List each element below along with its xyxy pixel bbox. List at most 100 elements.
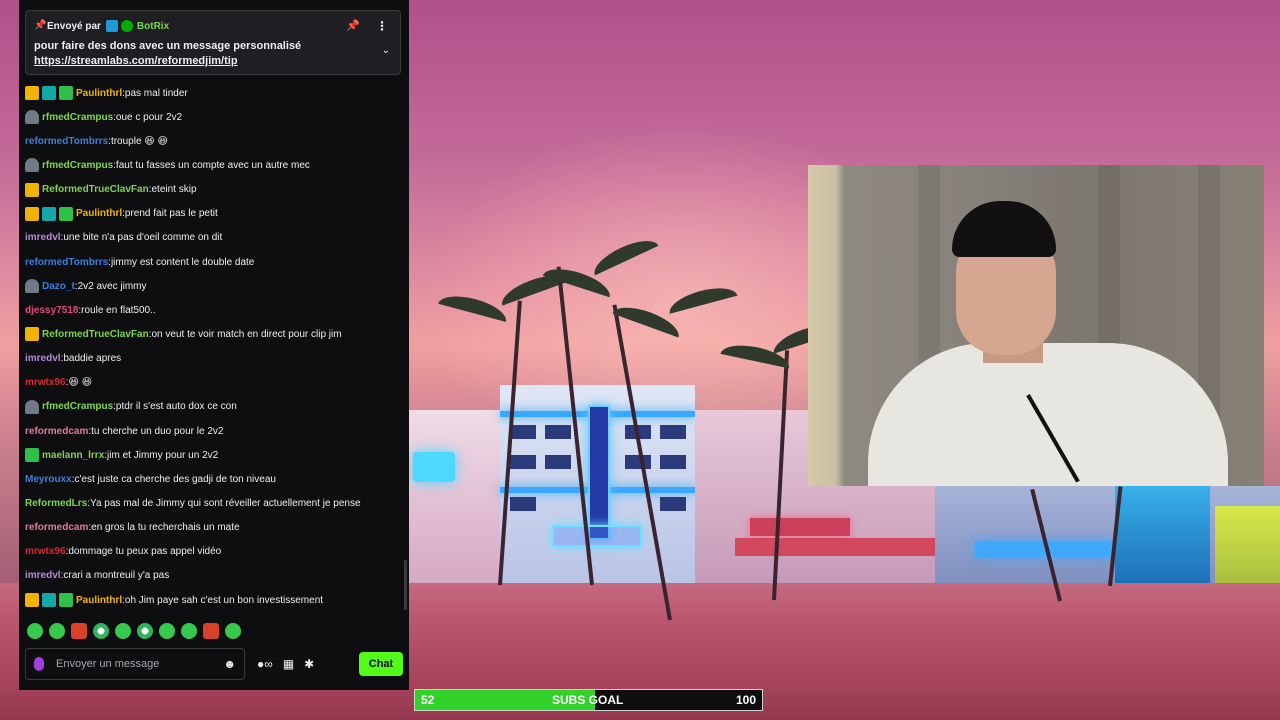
- unpin-icon[interactable]: 📌: [346, 19, 360, 32]
- subs-goal-target: 100: [735, 693, 756, 707]
- verified-badge-icon: [120, 20, 133, 32]
- chat-message-text: eteint skip: [151, 184, 197, 196]
- chat-username[interactable]: djessy7518: [25, 305, 78, 316]
- chat-username[interactable]: Paulinthrl: [76, 88, 122, 99]
- emote-green-icon[interactable]: [181, 623, 197, 639]
- chat-message-text: tu cherche un duo pour le 2v2: [91, 425, 224, 437]
- chat-message: ReformedTrueClavFan: on veut te voir mat…: [25, 322, 405, 346]
- chat-message: reformedTombrrs: trouple 😆 😆: [25, 129, 405, 153]
- chat-input-row: ☻ ●∞ ▦ ✱ Chat: [25, 648, 403, 680]
- chat-username[interactable]: maelann_lrrx: [42, 450, 104, 461]
- emote-green-icon[interactable]: [49, 623, 65, 639]
- chat-message-text: oue c pour 2v2: [115, 111, 183, 123]
- chat-username[interactable]: rfmedCrampus: [42, 112, 113, 123]
- sender-prefix: Envoyé par: [47, 20, 101, 32]
- crown-badge-icon: [25, 182, 39, 197]
- send-chat-button[interactable]: Chat: [359, 652, 403, 676]
- chat-username[interactable]: imredvl: [25, 353, 61, 364]
- emote-green-icon[interactable]: [27, 623, 43, 639]
- chat-message: rfmedCrampus: faut tu fasses un compte a…: [25, 153, 405, 177]
- more-options-icon[interactable]: ⋮: [376, 19, 388, 33]
- emote-mix-icon[interactable]: [137, 623, 153, 639]
- emote-red-icon[interactable]: [203, 623, 219, 639]
- emote-mix-icon[interactable]: [93, 623, 109, 639]
- rk-badge-icon: [42, 593, 56, 608]
- pinned-message-text: pour faire des dons avec un message pers…: [34, 40, 302, 52]
- chat-username[interactable]: Meyrouxx: [25, 474, 72, 485]
- message-input[interactable]: [56, 658, 224, 670]
- chevron-down-icon[interactable]: ⌄: [382, 45, 390, 56]
- chat-username[interactable]: Paulinthrl: [76, 595, 122, 606]
- chat-panel: 📌 Envoyé par BotRix 📌 ⋮ pour faire des d…: [19, 0, 409, 690]
- emote-bar: [27, 623, 241, 639]
- emote-green-icon[interactable]: [115, 623, 131, 639]
- chat-username[interactable]: imredvl: [25, 232, 61, 243]
- chat-message-text: pas mal tinder: [124, 87, 188, 99]
- chat-message-text: roule en flat500..: [81, 304, 156, 316]
- chat-username[interactable]: reformedTombrrs: [25, 136, 108, 147]
- chat-message-text: 😆 😆: [68, 377, 92, 389]
- emoji-icon[interactable]: ☻: [223, 657, 236, 671]
- chat-message: djessy7518: roule en flat500..: [25, 298, 405, 322]
- chat-message-text: c'est juste ca cherche des gadji de ton …: [74, 473, 276, 485]
- chat-message-text: 2v2 avec jimmy: [77, 280, 147, 292]
- chat-input-box[interactable]: ☻: [25, 648, 245, 680]
- pinned-header: 📌 Envoyé par BotRix 📌 ⋮: [34, 19, 392, 33]
- chat-username[interactable]: ReformedTrueClavFan: [42, 329, 149, 340]
- chat-username[interactable]: reformedTombrrs: [25, 257, 108, 268]
- chat-message: mrwtx96: dommage tu peux pas appel vidéo: [25, 540, 405, 564]
- pin-icon: 📌: [34, 20, 47, 31]
- chat-username[interactable]: reformedcam: [25, 426, 88, 437]
- pinned-link[interactable]: https://streamlabs.com/reformedjim/tip: [34, 54, 364, 69]
- building-right: [935, 486, 1280, 583]
- emote-red-icon[interactable]: [71, 623, 87, 639]
- chat-message: ReformedTrueClavFan: eteint skip: [25, 178, 405, 202]
- chat-message-text: faut tu fasses un compte avec un autre m…: [115, 159, 310, 171]
- emote-green-icon[interactable]: [225, 623, 241, 639]
- subs-goal-current: 52: [421, 693, 435, 707]
- bot-name[interactable]: BotRix: [137, 21, 169, 32]
- chat-message: reformedcam: tu cherche un duo pour le 2…: [25, 419, 405, 443]
- chat-message-text: dommage tu peux pas appel vidéo: [68, 546, 222, 558]
- chat-username[interactable]: Paulinthrl: [76, 208, 122, 219]
- chat-message-text: oh Jim paye sah c'est un bon investissem…: [124, 594, 324, 606]
- streamer-shirt: [868, 343, 1228, 486]
- chat-message-text: on veut te voir match en direct pour cli…: [151, 328, 342, 340]
- rk-badge-icon: [42, 86, 56, 101]
- microphone-icon[interactable]: [34, 657, 44, 671]
- chat-username[interactable]: reformedcam: [25, 522, 88, 533]
- chat-message-text: prend fait pas le petit: [124, 208, 218, 220]
- chat-message-text: ptdr il s'est auto dox ce con: [115, 401, 237, 413]
- chat-username[interactable]: ReformedLrs: [25, 498, 87, 509]
- chat-username[interactable]: imredvl: [25, 570, 61, 581]
- chat-scrollbar[interactable]: [404, 560, 407, 610]
- chat-message: Meyrouxx: c'est juste ca cherche des gad…: [25, 467, 405, 491]
- emote-green-icon[interactable]: [159, 623, 175, 639]
- building-left: [405, 410, 500, 585]
- webcam-overlay: [808, 165, 1264, 486]
- gift-badge-icon: [25, 448, 39, 463]
- chat-tools: ●∞ ▦ ✱: [257, 657, 314, 671]
- chat-message: imredvl: baddie apres: [25, 347, 405, 371]
- chat-username[interactable]: mrwtx96: [25, 546, 66, 557]
- chat-message: rfmedCrampus: oue c pour 2v2: [25, 105, 405, 129]
- settings-gear-icon[interactable]: ✱: [304, 657, 314, 671]
- gift-badge-icon: [59, 593, 73, 608]
- chat-message-text: jimmy est content le double date: [110, 256, 255, 268]
- chat-username[interactable]: ReformedTrueClavFan: [42, 184, 149, 195]
- streamer-beanie: [952, 201, 1056, 257]
- chat-username[interactable]: rfmedCrampus: [42, 401, 113, 412]
- chat-message: Dazo_t: 2v2 avec jimmy: [25, 274, 405, 298]
- chat-username[interactable]: mrwtx96: [25, 377, 66, 388]
- crown-badge-icon: [25, 593, 39, 608]
- pinned-message[interactable]: 📌 Envoyé par BotRix 📌 ⋮ pour faire des d…: [25, 10, 401, 75]
- gift-badge-icon: [59, 86, 73, 101]
- person-badge-icon: [25, 110, 39, 125]
- crown-badge-icon: [25, 327, 39, 342]
- channel-points-icon[interactable]: ●∞: [257, 657, 273, 671]
- chat-username[interactable]: Dazo_t: [42, 281, 75, 292]
- shop-icon[interactable]: ▦: [283, 657, 294, 671]
- chat-username[interactable]: rfmedCrampus: [42, 160, 113, 171]
- crown-badge-icon: [25, 206, 39, 221]
- chat-message-text: en gros la tu recherchais un mate: [91, 522, 240, 534]
